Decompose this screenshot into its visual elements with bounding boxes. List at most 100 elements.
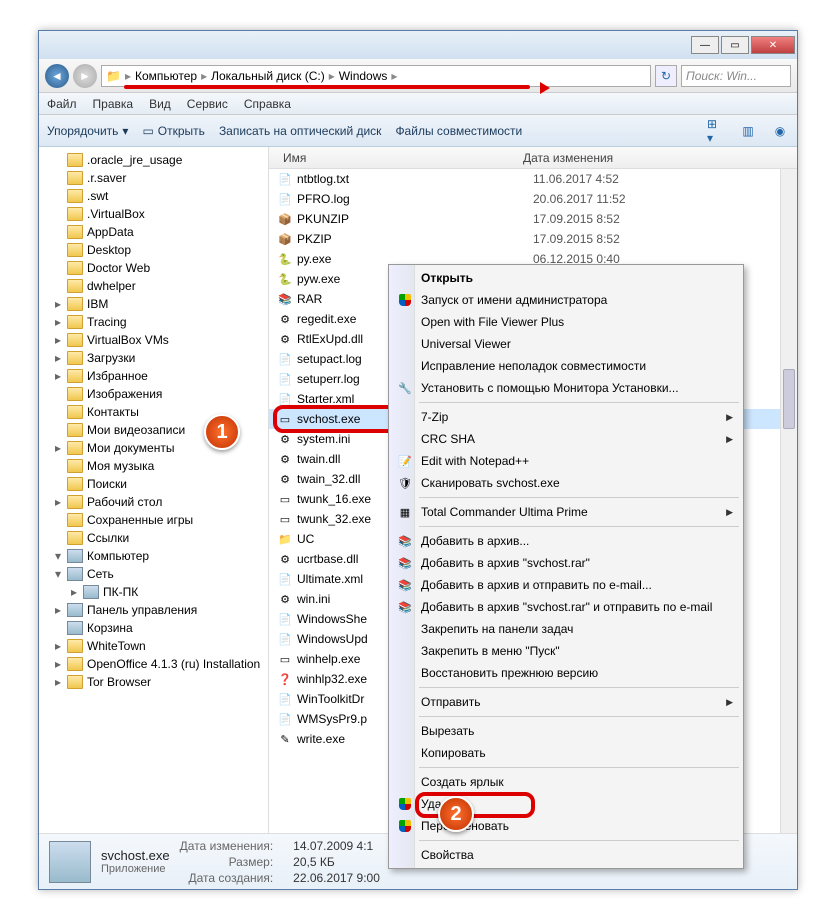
context-menu-item[interactable]: Закрепить на панели задач — [391, 618, 741, 640]
context-menu-item[interactable]: 📝Edit with Notepad++ — [391, 450, 741, 472]
context-menu-item[interactable]: Open with File Viewer Plus — [391, 311, 741, 333]
tree-label: .swt — [87, 189, 108, 203]
close-button[interactable]: ✕ — [751, 36, 795, 54]
context-menu-item[interactable]: Вырезать — [391, 720, 741, 742]
file-name: PKUNZIP — [297, 212, 533, 226]
menu-label: 7-Zip — [421, 410, 448, 424]
menu-label: Сканировать svchost.exe — [421, 476, 560, 490]
file-row[interactable]: 📦PKZIP17.09.2015 8:52 — [269, 229, 797, 249]
context-menu-item[interactable]: Свойства — [391, 844, 741, 866]
col-name[interactable]: Имя — [277, 151, 517, 165]
context-menu-item[interactable]: CRC SHA▶ — [391, 428, 741, 450]
context-menu-item[interactable]: 🛡 Сканировать svchost.exe — [391, 472, 741, 494]
context-menu-item[interactable]: Восстановить прежнюю версию — [391, 662, 741, 684]
col-date[interactable]: Дата изменения — [517, 151, 667, 165]
menu-label: Вырезать — [421, 724, 474, 738]
tree-item[interactable]: ▸Tracing — [39, 313, 268, 331]
search-input[interactable]: Поиск: Win... — [681, 65, 791, 87]
scrollbar[interactable] — [780, 169, 797, 833]
menu-icon: ▦ — [397, 504, 413, 520]
breadcrumb[interactable]: Windows — [339, 69, 388, 83]
tree-item[interactable]: Поиски — [39, 475, 268, 493]
tree-item[interactable]: .r.saver — [39, 169, 268, 187]
context-menu-item[interactable]: 7-Zip▶ — [391, 406, 741, 428]
refresh-button[interactable]: ↻ — [655, 65, 677, 87]
context-menu-item[interactable]: Создать ярлык — [391, 771, 741, 793]
folder-tree[interactable]: .oracle_jre_usage.r.saver .swt .VirtualBox… — [39, 147, 269, 833]
context-menu-item[interactable]: 📚Добавить в архив... — [391, 530, 741, 552]
burn-button[interactable]: Записать на оптический диск — [219, 124, 382, 138]
tree-item[interactable]: ▸Загрузки — [39, 349, 268, 367]
context-menu-item[interactable]: Запуск от имени администратора — [391, 289, 741, 311]
tree-item[interactable]: ▸VirtualBox VMs — [39, 331, 268, 349]
breadcrumb[interactable]: Локальный диск (C:) — [211, 69, 325, 83]
file-date: 17.09.2015 8:52 — [533, 212, 683, 226]
tree-item[interactable]: ▸ПК-ПК — [39, 583, 268, 601]
tree-item[interactable]: dwhelper — [39, 277, 268, 295]
context-menu-item[interactable]: ▦Total Commander Ultima Prime▶ — [391, 501, 741, 523]
open-button[interactable]: ▭ Открыть — [142, 124, 204, 138]
folder-icon: 📁 — [106, 69, 121, 83]
tree-item[interactable]: .swt — [39, 187, 268, 205]
context-menu-item[interactable]: Universal Viewer — [391, 333, 741, 355]
file-row[interactable]: 📄PFRO.log20.06.2017 11:52 — [269, 189, 797, 209]
file-row[interactable]: 📄ntbtlog.txt11.06.2017 4:52 — [269, 169, 797, 189]
menu-edit[interactable]: Правка — [93, 97, 134, 111]
tree-item[interactable]: Doctor Web — [39, 259, 268, 277]
file-icon: ⚙ — [277, 451, 293, 467]
file-row[interactable]: 📦PKUNZIP17.09.2015 8:52 — [269, 209, 797, 229]
tree-item[interactable]: Корзина — [39, 619, 268, 637]
label: Дата создания: — [180, 871, 274, 885]
view-options-icon[interactable]: ⊞ ▾ — [707, 122, 725, 140]
context-menu[interactable]: ОткрытьЗапуск от имени администратораOpe… — [388, 264, 744, 869]
tree-item[interactable]: ▸Рабочий стол — [39, 493, 268, 511]
tree-item[interactable]: ▸WhiteTown — [39, 637, 268, 655]
breadcrumb[interactable]: Компьютер — [135, 69, 197, 83]
minimize-button[interactable]: — — [691, 36, 719, 54]
menu-file[interactable]: Файл — [47, 97, 77, 111]
tree-item[interactable]: Моя музыка — [39, 457, 268, 475]
context-menu-item[interactable]: Отправить▶ — [391, 691, 741, 713]
address-bar[interactable]: 📁 ▸ Компьютер▸ Локальный диск (C:)▸ Wind… — [101, 65, 651, 87]
tree-item[interactable]: ▸Панель управления — [39, 601, 268, 619]
tree-item[interactable]: Desktop — [39, 241, 268, 259]
maximize-button[interactable]: ▭ — [721, 36, 749, 54]
tree-item[interactable]: AppData — [39, 223, 268, 241]
context-menu-item[interactable]: 📚Добавить в архив и отправить по e-mail.… — [391, 574, 741, 596]
menu-view[interactable]: Вид — [149, 97, 171, 111]
context-menu-item[interactable]: 🔧Установить с помощью Монитора Установки… — [391, 377, 741, 399]
tree-item[interactable]: Ссылки — [39, 529, 268, 547]
context-menu-item[interactable]: Исправление неполадок совместимости — [391, 355, 741, 377]
tree-item[interactable]: ▸Избранное — [39, 367, 268, 385]
help-icon[interactable]: ◉ — [771, 122, 789, 140]
tree-item[interactable]: ▸Tor Browser — [39, 673, 268, 691]
tree-item[interactable]: .oracle_jre_usage — [39, 151, 268, 169]
tree-item[interactable]: ▸OpenOffice 4.1.3 (ru) Installation — [39, 655, 268, 673]
tree-item[interactable]: ▸IBM — [39, 295, 268, 313]
tree-item[interactable]: ▾Сеть — [39, 565, 268, 583]
menu-tools[interactable]: Сервис — [187, 97, 228, 111]
tree-item[interactable]: .VirtualBox — [39, 205, 268, 223]
back-button[interactable]: ◄ — [45, 64, 69, 88]
menu-icon: 🛡 — [397, 475, 413, 491]
menubar: Файл Правка Вид Сервис Справка — [39, 93, 797, 115]
compat-button[interactable]: Файлы совместимости — [395, 124, 522, 138]
context-menu-item[interactable]: Закрепить в меню "Пуск" — [391, 640, 741, 662]
folder-icon — [67, 243, 83, 257]
context-menu-item[interactable]: Копировать — [391, 742, 741, 764]
organize-button[interactable]: Упорядочить ▾ — [47, 124, 128, 138]
menu-help[interactable]: Справка — [244, 97, 291, 111]
tree-item[interactable]: ▾Компьютер — [39, 547, 268, 565]
forward-button[interactable]: ► — [73, 64, 97, 88]
preview-pane-icon[interactable]: ▥ — [739, 122, 757, 140]
context-menu-item[interactable]: Открыть — [391, 267, 741, 289]
scrollbar-thumb[interactable] — [783, 369, 795, 429]
file-icon: 🐍 — [277, 251, 293, 267]
context-menu-item[interactable]: 📚Добавить в архив "svchost.rar" и отправ… — [391, 596, 741, 618]
menu-label: Добавить в архив "svchost.rar" — [421, 556, 590, 570]
menu-icon: 📚 — [397, 533, 413, 549]
context-menu-item[interactable]: 📚Добавить в архив "svchost.rar" — [391, 552, 741, 574]
tree-item[interactable]: Изображения — [39, 385, 268, 403]
tree-item[interactable]: Сохраненные игры — [39, 511, 268, 529]
column-header[interactable]: Имя Дата изменения — [269, 147, 797, 169]
